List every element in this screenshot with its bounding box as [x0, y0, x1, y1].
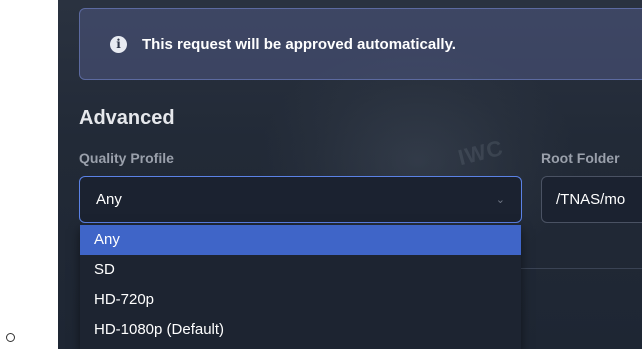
- request-modal: IWC i This request will be approved auto…: [58, 0, 642, 349]
- quality-option-any[interactable]: Any: [80, 225, 521, 255]
- quality-option-hd-720p[interactable]: HD-720p: [80, 285, 521, 315]
- quality-option-sd[interactable]: SD: [80, 255, 521, 285]
- quality-profile-select[interactable]: Any ⌄: [79, 176, 522, 223]
- quality-profile-dropdown: Any SD HD-720p HD-1080p (Default): [80, 225, 521, 349]
- root-folder-value: /TNAS/mo: [556, 191, 626, 208]
- section-divider: [520, 268, 642, 269]
- quality-option-hd-1080p[interactable]: HD-1080p (Default): [80, 315, 521, 345]
- notice-text: This request will be approved automatica…: [142, 35, 456, 53]
- quality-profile-label: Quality Profile: [79, 150, 174, 166]
- root-folder-select[interactable]: /TNAS/mo: [541, 176, 642, 223]
- info-icon: i: [110, 35, 127, 53]
- root-folder-label: Root Folder: [541, 150, 620, 166]
- auto-approve-notice: i This request will be approved automati…: [79, 8, 642, 80]
- quality-profile-selected-value: Any: [96, 191, 122, 208]
- list-bullet: [6, 333, 15, 342]
- chevron-down-icon: ⌄: [495, 194, 505, 206]
- advanced-section-title: Advanced: [79, 107, 175, 129]
